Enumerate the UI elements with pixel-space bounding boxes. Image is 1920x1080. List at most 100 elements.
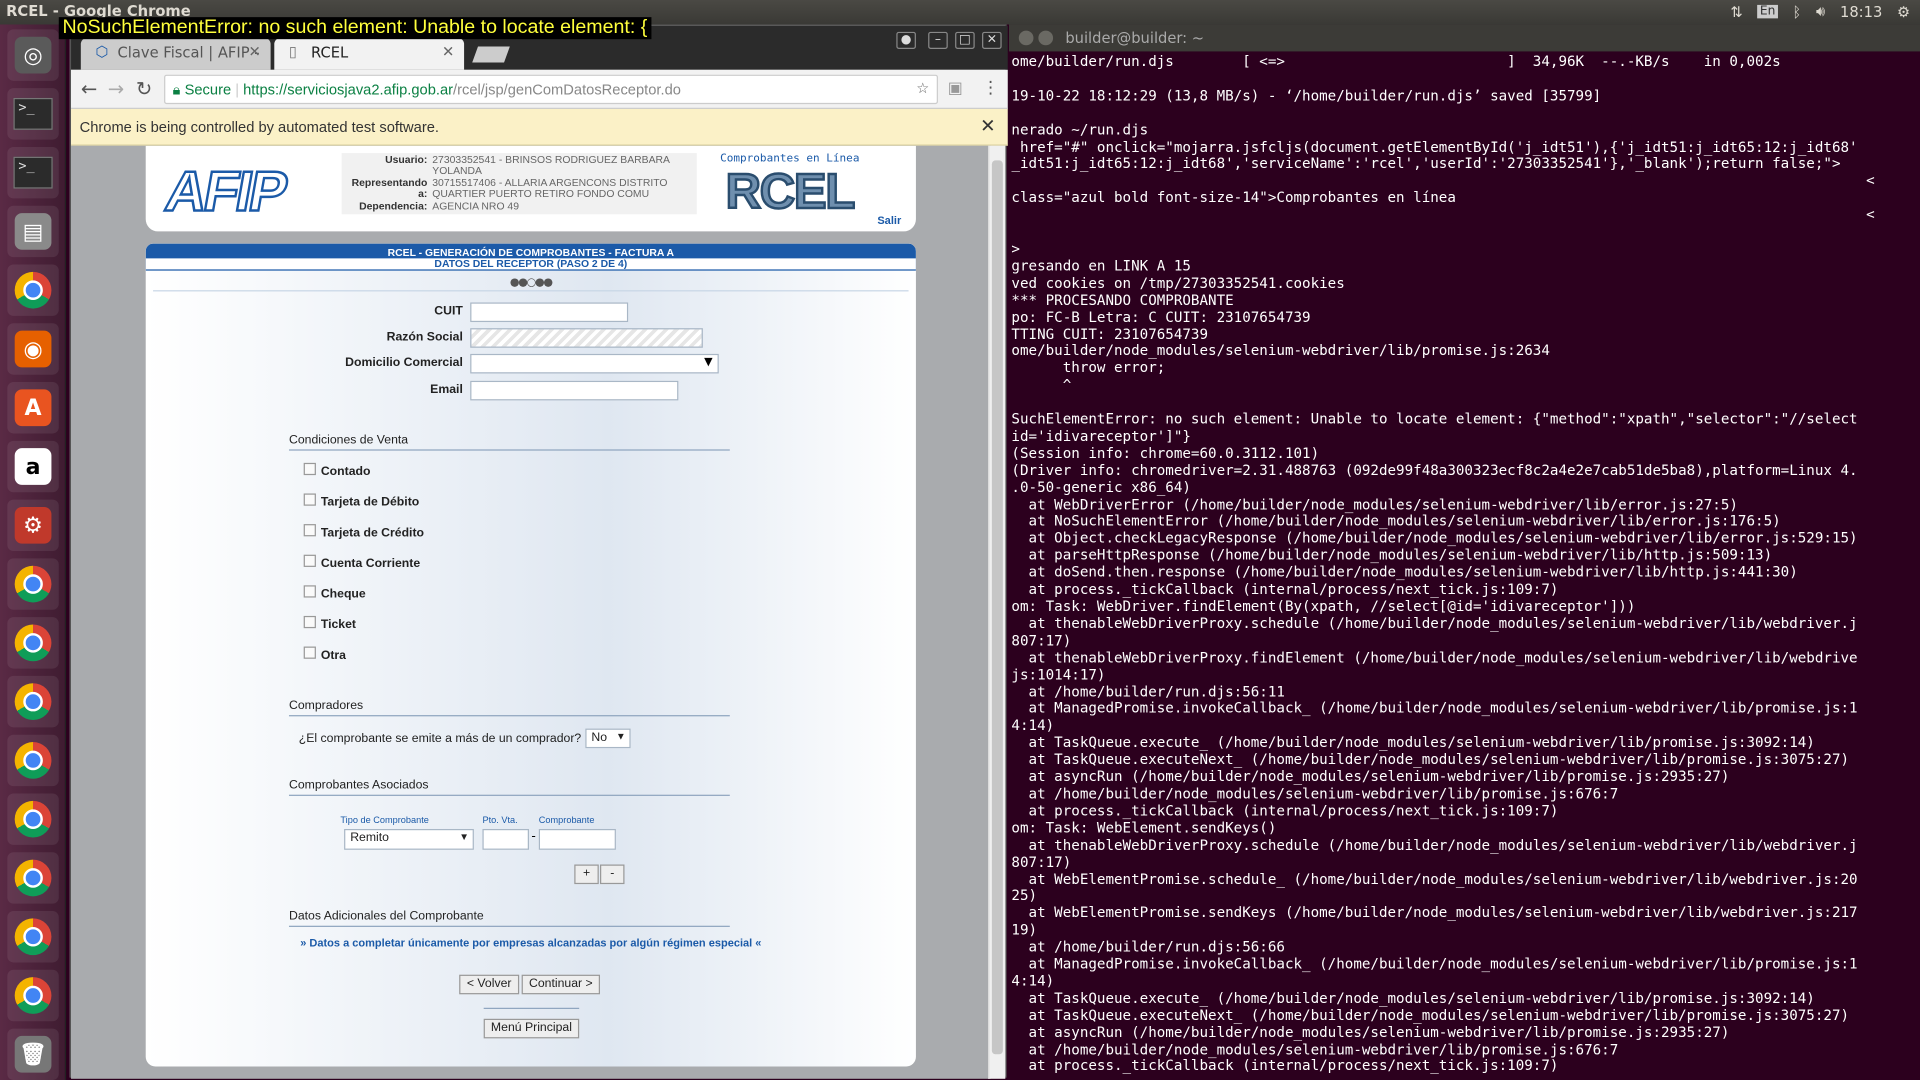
- pto-vta-input[interactable]: [482, 828, 529, 850]
- checkbox-cheque[interactable]: Cheque: [303, 585, 366, 602]
- terminal-line: at thenableWebDriverProxy.schedule (/hom…: [1011, 835, 1858, 854]
- domicilio-select[interactable]: ▼: [470, 353, 719, 374]
- back-icon[interactable]: ←: [81, 77, 97, 100]
- terminal-line: at /home/builder/node_modules/selenium-w…: [1011, 1040, 1619, 1058]
- close-icon[interactable]: ✕: [248, 43, 260, 60]
- launcher-chrome[interactable]: [7, 969, 59, 1022]
- remove-row-button[interactable]: -: [600, 864, 625, 885]
- trash-icon: 🗑︎: [14, 1035, 52, 1073]
- checkbox-tarjeta-debito[interactable]: Tarjeta de Débito: [303, 493, 419, 509]
- maximize-icon[interactable]: □: [955, 31, 975, 49]
- launcher-trash[interactable]: 🗑︎: [7, 1028, 59, 1080]
- address-bar[interactable]: 🔒︎ Secure | https://serviciosjava2.afip.…: [164, 74, 938, 105]
- launcher-chrome[interactable]: [7, 558, 59, 610]
- launcher-chrome[interactable]: [7, 793, 59, 845]
- compradores-select[interactable]: No ▼: [585, 728, 631, 749]
- chrome-icon: [14, 918, 52, 956]
- tipo-comprobante-select[interactable]: Remito ▼: [344, 828, 474, 850]
- condiciones-section-title: Condiciones de Venta: [288, 433, 730, 451]
- launcher-chrome[interactable]: [7, 264, 59, 316]
- checkbox-otra[interactable]: Otra: [303, 646, 346, 662]
- salir-link[interactable]: Salir: [877, 214, 901, 226]
- checkbox-label: Ticket: [320, 618, 357, 632]
- keyboard-layout[interactable]: En: [1757, 4, 1778, 19]
- menu-kebab-icon[interactable]: ⋮: [982, 78, 999, 98]
- checkbox[interactable]: [303, 646, 316, 659]
- close-icon[interactable]: [1018, 30, 1034, 46]
- datos-adicionales-link[interactable]: » Datos a completar únicamente por empre…: [146, 937, 916, 949]
- amazon-icon: a: [14, 448, 52, 485]
- checkbox[interactable]: [303, 615, 316, 629]
- bookmark-star-icon[interactable]: ☆: [916, 80, 929, 97]
- terminal-line: nerado ~/run.djs: [1011, 120, 1149, 138]
- gear-icon[interactable]: ⚙: [1897, 3, 1910, 20]
- launcher-software-center[interactable]: A: [7, 382, 59, 434]
- terminal-line: <: [1011, 171, 1875, 189]
- scrollbar-thumb[interactable]: [991, 160, 1003, 1055]
- menu-principal-button[interactable]: Menú Principal: [483, 1018, 580, 1039]
- terminal-line: (Driver info: chromedriver=2.31.488763 (…: [1011, 461, 1858, 479]
- checkbox[interactable]: [303, 493, 316, 506]
- network-icon[interactable]: ⇅: [1730, 3, 1742, 20]
- continuar-button[interactable]: Continuar >: [521, 974, 601, 995]
- checkbox[interactable]: [303, 585, 316, 598]
- launcher-chrome[interactable]: [7, 852, 59, 904]
- extension-icon[interactable]: ▣: [948, 80, 963, 98]
- domicilio-label: Domicilio Comercial: [345, 356, 463, 370]
- terminal-icon: >_: [13, 156, 53, 189]
- checkbox-contado[interactable]: Contado: [303, 462, 370, 479]
- reload-icon[interactable]: ↻: [136, 77, 152, 100]
- terminal-line: at ManagedPromise.invokeCallback_ (/home…: [1011, 955, 1858, 973]
- launcher-firefox[interactable]: ◉: [7, 323, 59, 375]
- checkbox[interactable]: [303, 462, 316, 476]
- tab-rcel[interactable]: ▯ RCEL ✕: [274, 37, 465, 70]
- minimize-icon[interactable]: [1038, 30, 1054, 46]
- comprobante-input[interactable]: [538, 828, 616, 850]
- account-icon[interactable]: ●: [896, 31, 916, 49]
- launcher-chrome[interactable]: [7, 911, 59, 963]
- minimize-icon[interactable]: –: [928, 31, 948, 49]
- launcher-amazon[interactable]: a: [7, 440, 59, 493]
- bluetooth-icon[interactable]: ᛒ: [1793, 3, 1802, 20]
- tab-clave-fiscal[interactable]: ⬡ Clave Fiscal | AFIP - ✕: [80, 37, 271, 70]
- select-value: No: [591, 731, 608, 745]
- error-overlay: NoSuchElementError: no such element: Una…: [58, 17, 651, 40]
- cuit-input[interactable]: [470, 302, 629, 323]
- launcher-files[interactable]: ▤: [7, 205, 59, 258]
- launcher-ubuntu[interactable]: ◎: [7, 29, 59, 81]
- clock[interactable]: 18:13: [1840, 3, 1882, 20]
- checkbox[interactable]: [303, 524, 316, 537]
- checkbox-cuenta-corriente[interactable]: Cuenta Corriente: [303, 554, 420, 571]
- page-scrollbar[interactable]: [988, 145, 1006, 1079]
- add-row-button[interactable]: +: [574, 864, 599, 885]
- email-input[interactable]: [470, 380, 679, 401]
- desktop: RCEL - Google Chrome ⇅ En ᛒ 🔊︎ 18:13 ⚙ N…: [0, 0, 1920, 1080]
- launcher-chrome[interactable]: [7, 675, 59, 728]
- launcher-settings[interactable]: ⚙: [7, 499, 59, 552]
- launcher-terminal[interactable]: >_: [7, 146, 59, 199]
- checkbox-label: Cheque: [320, 587, 366, 602]
- volume-icon[interactable]: 🔊︎: [1816, 2, 1825, 20]
- close-icon[interactable]: ✕: [442, 43, 454, 60]
- terminal-line: om: Task: WebElement.sendKeys(): [1011, 818, 1277, 837]
- close-window-icon[interactable]: ✕: [982, 31, 1002, 49]
- terminal-window: builder@builder: ~ ome/builder/run.djs […: [1008, 24, 1920, 1080]
- forward-icon[interactable]: →: [108, 77, 124, 100]
- launcher-chrome[interactable]: [7, 734, 59, 787]
- volver-button[interactable]: < Volver: [459, 974, 520, 995]
- terminal-line: id='idivareceptor']"}: [1011, 427, 1191, 445]
- checkbox-ticket[interactable]: Ticket: [303, 615, 357, 632]
- terminal-line: at TaskQueue.execute_ (/home/builder/nod…: [1011, 989, 1815, 1007]
- close-icon[interactable]: ✕: [980, 115, 995, 137]
- checkbox-tarjeta-credito[interactable]: Tarjeta de Crédito: [303, 524, 424, 540]
- terminal-line: at TaskQueue.executeNext_ (/home/builder…: [1011, 750, 1850, 768]
- usuario-label: Usuario:: [385, 153, 428, 166]
- launcher-terminal[interactable]: >_: [7, 88, 59, 140]
- launcher-chrome[interactable]: [7, 617, 59, 669]
- checkbox[interactable]: [303, 554, 316, 567]
- chrome-icon: [14, 977, 52, 1014]
- terminal-line: (Session info: chrome=60.0.3112.101): [1011, 444, 1320, 462]
- new-tab-button[interactable]: [472, 46, 510, 63]
- terminal-output[interactable]: ome/builder/run.djs [ <=> ] 34,96K --.-K…: [1011, 54, 1920, 1078]
